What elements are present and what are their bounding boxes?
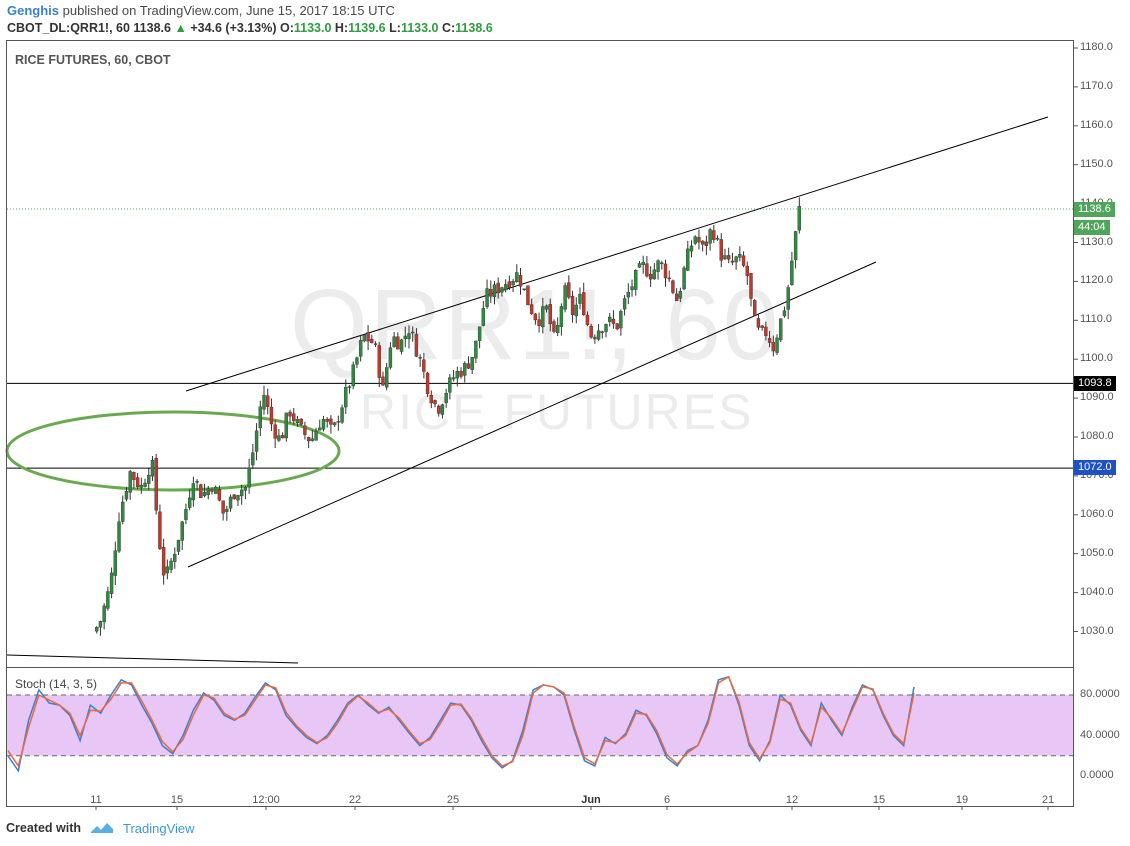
- y-tick-label: 1050.0: [1080, 546, 1114, 559]
- x-tick-label: Jun: [581, 794, 601, 806]
- stoch-title: Stoch (14, 3, 5): [15, 677, 98, 691]
- y-tick-label: 1040.0: [1080, 585, 1114, 598]
- tradingview-link[interactable]: TradingView: [123, 821, 195, 836]
- created-with-label: Created with: [6, 821, 82, 835]
- countdown-tag: 44:04: [1074, 220, 1110, 235]
- last-price-tag: 1138.6: [1074, 202, 1115, 217]
- y-tick-label: 1100.0: [1080, 352, 1113, 365]
- y-tick-label: 1170.0: [1080, 79, 1113, 92]
- y-tick-label: 1150.0: [1080, 157, 1113, 170]
- x-tick-label: 11: [90, 794, 102, 806]
- x-tick-label: 19: [955, 794, 969, 806]
- stoch-y-tick-label: 40.0000: [1080, 728, 1120, 741]
- stoch-y-tick-label: 80.0000: [1080, 688, 1120, 700]
- footer: Created with TradingView: [6, 820, 195, 836]
- chart-frame: [6, 40, 1074, 807]
- stoch-y-tick-label: 0.0000: [1080, 769, 1114, 781]
- x-tick-label: 25: [446, 794, 460, 806]
- y-tick-label: 1180.0: [1080, 41, 1113, 53]
- y-tick-label: 1060.0: [1080, 507, 1114, 520]
- x-tick-label: 6: [663, 794, 671, 806]
- level-tag-lower: 1072.0: [1074, 460, 1116, 475]
- x-tick-label: 15: [170, 794, 184, 806]
- x-tick-label: 22: [348, 794, 362, 806]
- tradingview-logo-icon: [91, 823, 114, 833]
- y-tick-label: 1090.0: [1080, 391, 1114, 404]
- x-tick-label: 12:00: [252, 794, 280, 806]
- x-tick-label: 21: [1041, 794, 1055, 806]
- y-tick-label: 1130.0: [1080, 235, 1113, 248]
- y-tick-label: 1110.0: [1080, 313, 1113, 326]
- pane-separator[interactable]: [6, 667, 1074, 668]
- x-tick-label: 12: [785, 794, 799, 806]
- chart-title: RICE FUTURES, 60, CBOT: [15, 53, 171, 67]
- y-tick-label: 1030.0: [1080, 624, 1114, 637]
- y-tick-label: 1120.0: [1080, 274, 1113, 287]
- y-tick-label: 1160.0: [1080, 118, 1113, 131]
- y-tick-label: 1080.0: [1080, 430, 1114, 442]
- x-tick-label: 15: [872, 794, 886, 806]
- level-tag-upper: 1093.8: [1074, 376, 1116, 391]
